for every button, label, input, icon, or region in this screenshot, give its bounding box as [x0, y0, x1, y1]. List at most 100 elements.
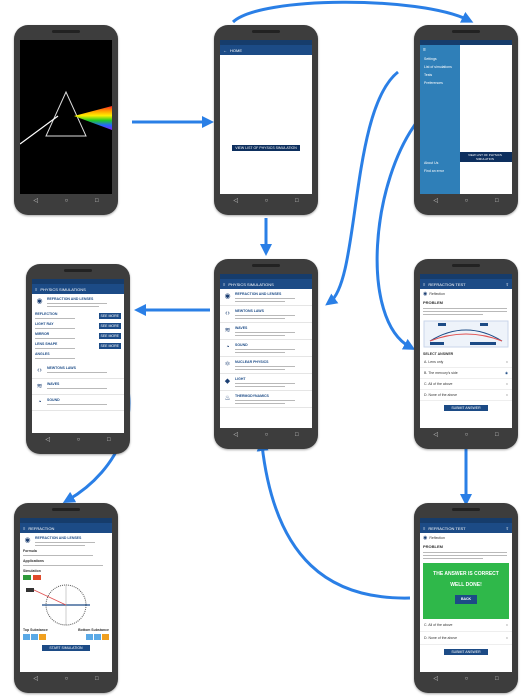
detail-row[interactable]: LENS SHAPE SEE MORE [35, 342, 121, 349]
drawer-item-list[interactable]: List of simulations [420, 63, 460, 71]
drawer-hero-line1: PHYSICS [470, 61, 502, 68]
drawer-item-error[interactable]: Find an error [420, 167, 460, 175]
drawer-item-settings[interactable]: Settings [420, 55, 460, 63]
substance-chip[interactable] [31, 634, 38, 640]
back-icon[interactable]: ← [223, 48, 227, 53]
radio-selected-icon[interactable]: ◉ [505, 371, 508, 375]
see-more-button[interactable]: SEE MORE [98, 332, 121, 339]
result-screen: ≡ REFRACTION TEST ⇪ ◉ Reflection PROBLEM… [420, 518, 512, 672]
quiz-appbar: ≡ REFRACTION TEST ⇪ [420, 279, 512, 289]
splash-screen [20, 40, 112, 194]
drawer-screen: PHYSICS SIMULATIONS VIEW LIST OF PHYSICS… [420, 40, 512, 194]
menu-icon[interactable]: ≡ [423, 526, 425, 531]
menu-icon[interactable]: ≡ [223, 282, 225, 287]
list-item[interactable]: ◔ SOUND [220, 340, 312, 357]
phone-category-list: ≡ PHYSICS SIMULATIONS ◉ REFRACTION AND L… [214, 259, 318, 449]
detail-row[interactable]: LIGHT RAY SEE MORE [35, 322, 121, 329]
radio-icon[interactable]: ○ [506, 382, 508, 386]
menu-icon[interactable]: ≡ [23, 526, 25, 531]
view-simulations-button[interactable]: VIEW LIST OF PHYSICS SIMULATION [232, 145, 300, 151]
quiz-appbar-title: REFRACTION TEST [428, 281, 466, 287]
list-item[interactable]: ≋ WAVES [32, 379, 124, 395]
substance-chip[interactable] [39, 634, 46, 640]
applications-heading: Applications [23, 559, 45, 563]
detail-appbar: ≡ PHYSICS SIMULATIONS [32, 284, 124, 294]
flame-icon: ♨ [224, 395, 231, 402]
quiz-problem-heading: PROBLEM [423, 300, 443, 305]
detail-row[interactable]: ANGLES [35, 352, 121, 359]
newtons-cradle-icon [246, 66, 294, 92]
submit-answer-button[interactable]: SUBMIT ANSWER [444, 405, 488, 411]
answer-option[interactable]: D. None of the above ○ [420, 632, 512, 645]
formula-heading: Formula [23, 549, 37, 553]
phone-drawer: PHYSICS SIMULATIONS VIEW LIST OF PHYSICS… [414, 25, 518, 215]
sim-appbar-title: REFRACTION [28, 525, 55, 531]
arrows-icon: ‹› [37, 367, 42, 374]
radio-icon[interactable]: ○ [506, 623, 508, 627]
protractor-diagram [26, 584, 90, 626]
list-item[interactable]: ≋ WAVES [220, 323, 312, 340]
quiz-chip: Reflection [429, 292, 445, 296]
sim-toggle-red[interactable] [33, 575, 41, 580]
detail-row[interactable]: MIRROR SEE MORE [35, 332, 121, 339]
back-button[interactable]: BACK [454, 595, 478, 604]
radio-icon[interactable]: ○ [506, 393, 508, 397]
result-appbar-title: REFRACTION TEST [428, 525, 466, 531]
radio-icon[interactable]: ○ [506, 636, 508, 640]
substance-chip[interactable] [23, 634, 30, 640]
drawer-item-tests[interactable]: Tests [420, 71, 460, 79]
drawer-item-preferences[interactable]: Preferences [420, 79, 460, 87]
drawer-cta-button[interactable]: VIEW LIST OF PHYSICS SIMULATION [458, 152, 512, 162]
bulb-icon: ◆ [224, 378, 231, 385]
detail-header: ◉ REFRACTION AND LENSES [32, 294, 124, 310]
list-screen: ≡ PHYSICS SIMULATIONS ◉ REFRACTION AND L… [220, 274, 312, 428]
menu-icon[interactable]: ≡ [423, 282, 425, 287]
list-item[interactable]: ‹› NEWTONS LAWS [32, 363, 124, 379]
see-more-button[interactable]: SEE MORE [98, 342, 121, 349]
wave-icon: ≋ [36, 383, 43, 390]
radio-icon[interactable]: ○ [506, 360, 508, 364]
ear-icon: ◔ [37, 399, 42, 406]
eye-icon: ◉ [224, 293, 231, 300]
wave-icon: ≋ [224, 327, 231, 334]
eye-icon: ◉ [423, 535, 428, 541]
correct-line2: WELL DONE! [450, 582, 482, 588]
share-icon[interactable]: ⇪ [506, 526, 509, 531]
substance-chip[interactable] [102, 634, 109, 640]
list-item[interactable]: ‹› NEWTONS LAWS [220, 306, 312, 323]
list-item[interactable]: ◉ REFRACTION AND LENSES [220, 289, 312, 306]
see-more-button[interactable]: SEE MORE [98, 312, 121, 319]
sim-toggle-green[interactable] [23, 575, 31, 580]
menu-icon[interactable]: ≡ [420, 45, 460, 55]
result-chip: Reflection [429, 536, 445, 540]
list-item[interactable]: ◔ SOUND [32, 395, 124, 411]
list-item[interactable]: ⚛ NUCLEAR PHYSICS [220, 357, 312, 374]
arrow-result-to-list [256, 439, 411, 600]
list-appbar-title: PHYSICS SIMULATIONS [228, 281, 274, 287]
list-item[interactable]: ◆ LIGHT [220, 374, 312, 391]
share-icon[interactable]: ⇪ [506, 282, 509, 287]
phone-home: ← HOME PHYSICS SIMULATIONS VIEW LIST OF … [214, 25, 318, 215]
drawer-item-about[interactable]: About Us [420, 159, 460, 167]
detail-row[interactable]: REFLECTION SEE MORE [35, 312, 121, 319]
see-more-button[interactable]: SEE MORE [98, 322, 121, 329]
result-submit-button[interactable]: SUBMIT ANSWER [444, 649, 488, 655]
answer-option[interactable]: C. All of the above ○ [420, 619, 512, 632]
arrows-icon: ‹› [225, 310, 230, 317]
result-appbar: ≡ REFRACTION TEST ⇪ [420, 523, 512, 533]
answer-option[interactable]: A. Lens only ○ [420, 357, 512, 368]
sim-appbar: ≡ REFRACTION [20, 523, 112, 533]
answer-option[interactable]: B. The mercury's side ◉ [420, 368, 512, 379]
prism-image [20, 90, 112, 145]
answer-option[interactable]: C. All of the above ○ [420, 379, 512, 390]
detail-rows: REFLECTION SEE MORE LIGHT RAY SEE MORE M… [32, 312, 124, 359]
list-item[interactable]: ♨ THERMODYNAMICS [220, 391, 312, 408]
home-screen: ← HOME PHYSICS SIMULATIONS VIEW LIST OF … [220, 40, 312, 194]
phone-result: ≡ REFRACTION TEST ⇪ ◉ Reflection PROBLEM… [414, 503, 518, 693]
start-simulation-button[interactable]: START SIMULATION [42, 645, 90, 651]
substance-chip[interactable] [86, 634, 93, 640]
substance-chip[interactable] [94, 634, 101, 640]
menu-icon[interactable]: ≡ [35, 287, 37, 292]
correct-answer-banner: THE ANSWER IS CORRECT WELL DONE! BACK [423, 563, 509, 619]
answer-option[interactable]: D. None of the above ○ [420, 390, 512, 401]
